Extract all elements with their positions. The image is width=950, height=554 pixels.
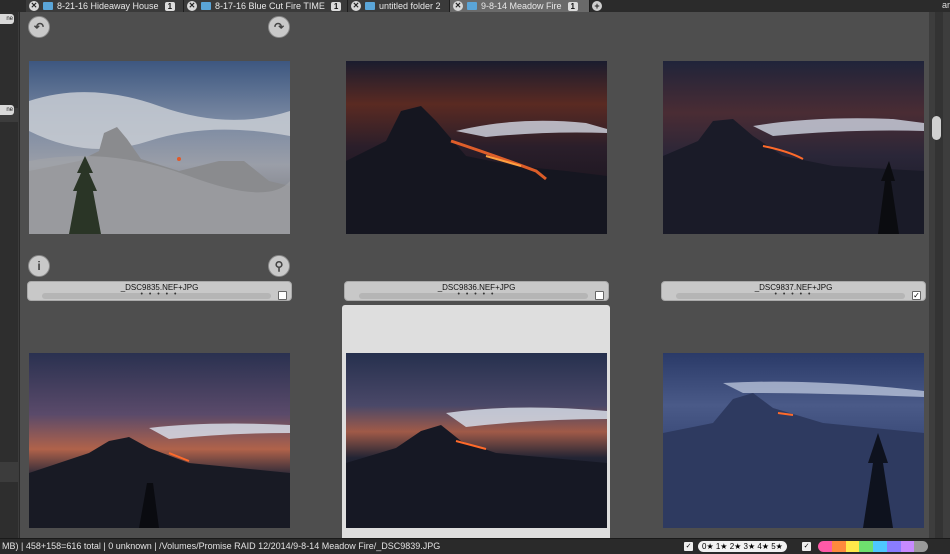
color-swatch-green[interactable] xyxy=(859,541,873,552)
photo-half-dome-day xyxy=(29,61,290,234)
rating-dots[interactable]: • • • • • xyxy=(662,291,925,298)
color-label-filter[interactable] xyxy=(818,541,928,552)
folder-icon xyxy=(467,2,477,10)
rotate-left-icon: ↶ xyxy=(33,20,45,34)
thumbnail-caption[interactable]: _DSC9837.NEF+JPG • • • • • ✓ xyxy=(661,281,926,301)
sidebar-chip-mid[interactable]: ne xyxy=(0,105,14,115)
filter-checkbox[interactable]: ✓ xyxy=(684,542,693,551)
select-checkbox[interactable] xyxy=(278,291,287,300)
info-icon: i xyxy=(37,259,41,273)
app-window: ✕ 8-21-16 Hideaway House 1 ✕ 8-17-16 Blu… xyxy=(0,0,950,554)
sidebar-panel-top xyxy=(0,12,18,108)
tab-label: 9-8-14 Meadow Fire xyxy=(481,1,562,11)
thumbnail-image[interactable] xyxy=(29,61,290,234)
info-button[interactable]: i xyxy=(28,255,50,277)
sidebar-panel-bottom xyxy=(0,482,18,542)
zoom-button[interactable]: ⚲ xyxy=(268,255,290,277)
status-bar: MB) | 458+158=616 total | 0 unknown | /V… xyxy=(0,538,950,554)
close-tab-icon[interactable]: ✕ xyxy=(29,1,39,11)
color-swatch-pink[interactable] xyxy=(818,541,832,552)
photo-blue-dome xyxy=(663,353,924,528)
tab-count-badge: 1 xyxy=(330,1,342,11)
add-tab-button[interactable]: + xyxy=(592,1,602,11)
scroll-track[interactable] xyxy=(935,12,943,542)
tab-overflow-label: ar xyxy=(942,0,950,10)
thumbnail-caption[interactable]: _DSC9835.NEF+JPG • • • • • xyxy=(27,281,292,301)
close-tab-icon[interactable]: ✕ xyxy=(351,1,361,11)
tab-meadow-fire[interactable]: ✕ 9-8-14 Meadow Fire 1 xyxy=(450,0,590,12)
tab-hideaway-house[interactable]: ✕ 8-21-16 Hideaway House 1 xyxy=(26,0,184,12)
color-swatch-gray[interactable] xyxy=(914,541,928,552)
magnifier-icon: ⚲ xyxy=(274,259,284,273)
color-swatch-blue[interactable] xyxy=(886,541,901,552)
tab-blue-cut-fire[interactable]: ✕ 8-17-16 Blue Cut Fire TIME 1 xyxy=(184,0,348,12)
photo-fire-night xyxy=(346,61,607,234)
rotate-right-button[interactable]: ↷ xyxy=(268,16,290,38)
thumbnail-image[interactable] xyxy=(346,61,607,234)
color-swatch-cyan[interactable] xyxy=(873,541,887,552)
left-sidebar: ne ne xyxy=(0,12,20,542)
thumbnail-caption[interactable]: _DSC9836.NEF+JPG • • • • • xyxy=(344,281,609,301)
scroll-thumb[interactable] xyxy=(932,116,941,140)
select-checkbox-checked[interactable]: ✓ xyxy=(912,291,921,300)
rating-dots[interactable]: • • • • • xyxy=(345,291,608,298)
photo-dusk-blue xyxy=(29,353,290,528)
folder-icon xyxy=(43,2,53,10)
tab-label: untitled folder 2 xyxy=(379,1,441,11)
status-path-text: MB) | 458+158=616 total | 0 unknown | /V… xyxy=(2,541,441,551)
rating-dots[interactable]: • • • • • xyxy=(28,291,291,298)
tab-untitled-folder-2[interactable]: ✕ untitled folder 2 xyxy=(348,0,450,12)
thumbnail-image[interactable] xyxy=(663,61,924,234)
color-swatch-purple[interactable] xyxy=(900,541,915,552)
rotate-right-icon: ↷ xyxy=(273,20,285,34)
photo-dusk-blue-2 xyxy=(346,353,607,528)
tab-bar: ✕ 8-21-16 Hideaway House 1 ✕ 8-17-16 Blu… xyxy=(0,0,950,12)
tab-label: 8-21-16 Hideaway House xyxy=(57,1,159,11)
color-swatch-yellow[interactable] xyxy=(845,541,860,552)
thumbnail-image[interactable] xyxy=(29,353,290,528)
sidebar-chip-top[interactable]: ne xyxy=(0,14,14,24)
tab-count-badge: 1 xyxy=(164,1,176,11)
vertical-scrollbar[interactable] xyxy=(929,12,950,542)
photo-fire-night-2 xyxy=(663,61,924,234)
select-checkbox[interactable] xyxy=(595,291,604,300)
rating-filter[interactable]: 0★ 1★ 2★ 3★ 4★ 5★ xyxy=(698,541,787,552)
tab-label: 8-17-16 Blue Cut Fire TIME xyxy=(215,1,325,11)
thumbnail-image[interactable] xyxy=(346,353,607,528)
folder-icon xyxy=(201,2,211,10)
thumbnail-image[interactable] xyxy=(663,353,924,528)
tab-count-badge: 1 xyxy=(567,1,578,11)
color-filter-checkbox[interactable]: ✓ xyxy=(802,542,811,551)
close-tab-icon[interactable]: ✕ xyxy=(453,1,463,11)
close-tab-icon[interactable]: ✕ xyxy=(187,1,197,11)
rotate-left-button[interactable]: ↶ xyxy=(28,16,50,38)
sidebar-panel-middle xyxy=(0,122,18,462)
thumbnail-grid: ↶ ↷ i ⚲ _DSC9835.NEF+JPG • • • • • _DSC9… xyxy=(21,12,929,542)
folder-icon xyxy=(365,2,375,10)
color-swatch-orange[interactable] xyxy=(831,541,846,552)
